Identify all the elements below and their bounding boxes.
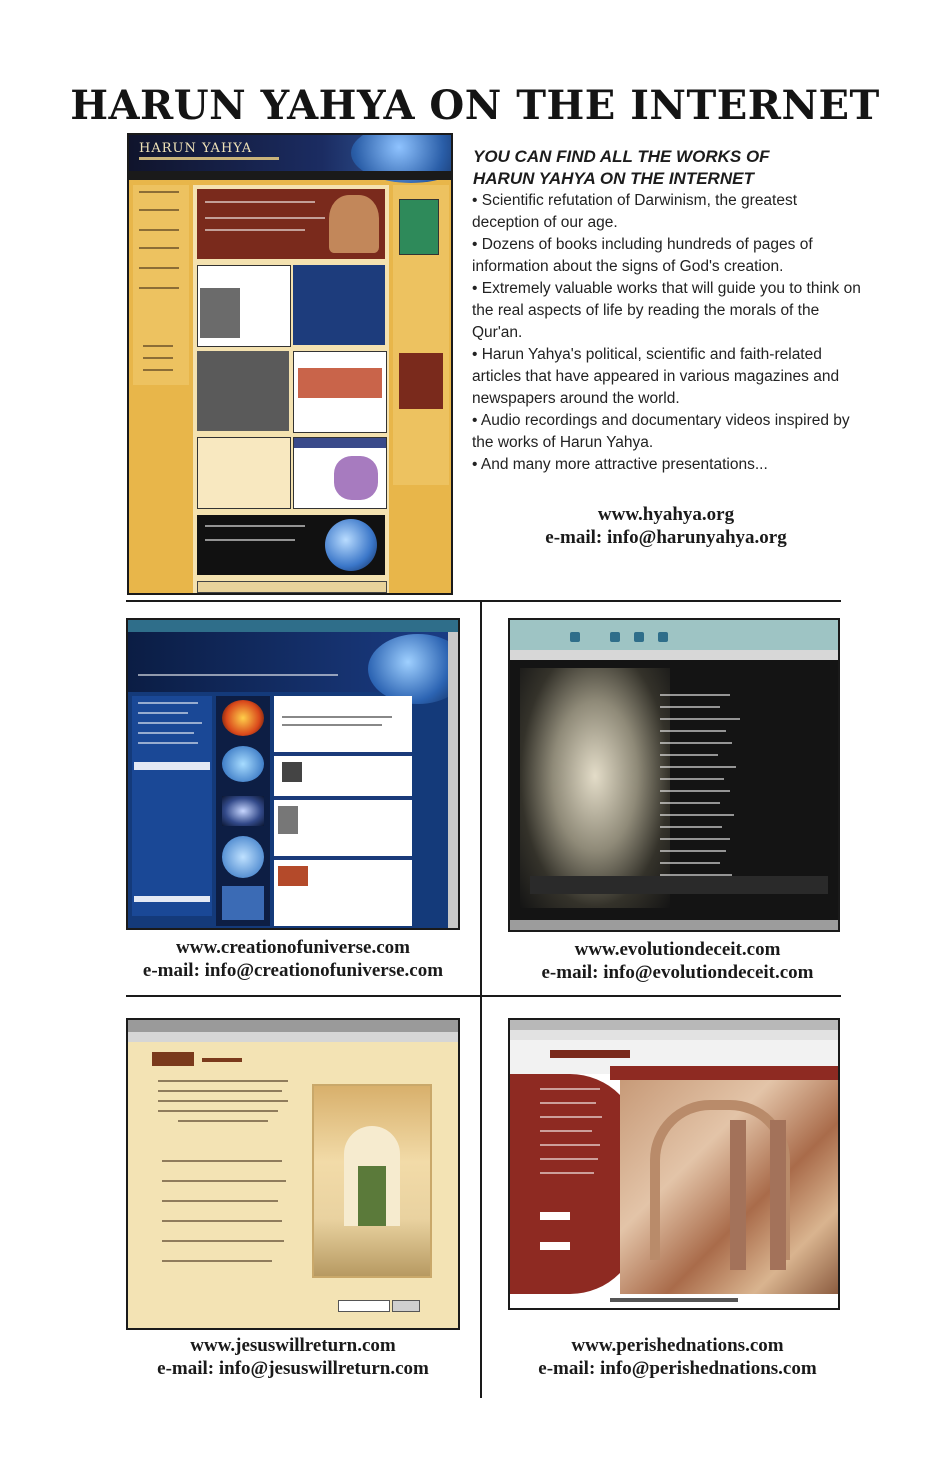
divider-vertical bbox=[480, 600, 482, 1398]
feature-item: • And many more attractive presentations… bbox=[472, 456, 768, 473]
creation-box[interactable] bbox=[197, 265, 291, 347]
hyahya-url[interactable]: www.hyahya.org bbox=[480, 503, 852, 526]
search-button[interactable] bbox=[392, 1300, 420, 1312]
footer-caption bbox=[610, 1298, 738, 1302]
creation-url[interactable]: www.creationofuniverse.com bbox=[126, 936, 460, 959]
feature-item: • Dozens of books including hundreds of … bbox=[472, 236, 813, 275]
evolution-email[interactable]: e-mail: info@evolutiondeceit.com bbox=[500, 961, 855, 984]
ruins-image bbox=[620, 1080, 838, 1294]
universe-box[interactable] bbox=[293, 265, 385, 345]
feature-item: • Harun Yahya's political, scientific an… bbox=[472, 346, 840, 407]
evolution-url[interactable]: www.evolutiondeceit.com bbox=[500, 938, 855, 961]
browser-toolbar bbox=[510, 1020, 838, 1030]
address-bar[interactable] bbox=[510, 1030, 838, 1040]
trinity-box[interactable] bbox=[293, 351, 387, 433]
content-column bbox=[274, 696, 412, 926]
right-column bbox=[393, 185, 449, 485]
creation-contact: www.creationofuniverse.com e-mail: info@… bbox=[126, 936, 460, 982]
hyahya-contact: www.hyahya.org e-mail: info@harunyahya.o… bbox=[480, 503, 852, 549]
divider-horizontal-middle bbox=[126, 995, 841, 997]
intro-heading-line2: HARUN YAHYA ON THE INTERNET bbox=[473, 169, 754, 188]
left-menu[interactable] bbox=[133, 185, 189, 385]
perished-screenshot bbox=[508, 1018, 840, 1310]
page-title: HARUN YAHYA ON THE INTERNET bbox=[70, 82, 880, 129]
browser-toolbar bbox=[128, 620, 458, 632]
chapter-list[interactable] bbox=[162, 1160, 292, 1280]
jesus-screenshot bbox=[126, 1018, 460, 1330]
banner-darwinism[interactable] bbox=[197, 189, 385, 259]
evolution-screenshot bbox=[508, 618, 840, 932]
site-logo: HARUN YAHYA bbox=[139, 141, 253, 156]
jesus-email[interactable]: e-mail: info@jesuswillreturn.com bbox=[126, 1357, 460, 1380]
perished-contact: www.perishednations.com e-mail: info@per… bbox=[500, 1334, 855, 1380]
skull-image bbox=[520, 668, 670, 908]
perished-box[interactable] bbox=[197, 351, 289, 431]
image-column bbox=[216, 696, 270, 926]
creation-screenshot bbox=[126, 618, 460, 930]
status-bar bbox=[510, 920, 838, 930]
faith-box[interactable] bbox=[293, 437, 387, 509]
site-nav[interactable] bbox=[129, 171, 451, 180]
top-nav[interactable] bbox=[610, 1066, 838, 1080]
site-heading bbox=[152, 1050, 292, 1068]
evolution-contact: www.evolutiondeceit.com e-mail: info@evo… bbox=[500, 938, 855, 984]
footer-bar bbox=[530, 876, 828, 894]
jesus-box[interactable] bbox=[197, 437, 291, 509]
site-header: HARUN YAHYA bbox=[129, 135, 451, 183]
feature-item: • Scientific refutation of Darwinism, th… bbox=[472, 192, 798, 231]
intro-heading: YOU CAN FIND ALL THE WORKS OF HARUN YAHY… bbox=[473, 146, 873, 190]
jesus-contact: www.jesuswillreturn.com e-mail: info@jes… bbox=[126, 1334, 460, 1380]
worldwide-box[interactable] bbox=[197, 515, 385, 575]
main-column bbox=[193, 185, 389, 593]
feature-list: • Scientific refutation of Darwinism, th… bbox=[472, 190, 867, 476]
feature-item: • Audio recordings and documentary video… bbox=[472, 412, 850, 451]
cloister-image bbox=[312, 1084, 432, 1278]
intro-paragraph bbox=[158, 1080, 298, 1140]
scrollbar[interactable] bbox=[448, 632, 458, 928]
hyahya-email[interactable]: e-mail: info@harunyahya.org bbox=[480, 526, 852, 549]
article-list[interactable] bbox=[660, 694, 760, 894]
browser-toolbar bbox=[128, 1020, 458, 1032]
perished-url[interactable]: www.perishednations.com bbox=[500, 1334, 855, 1357]
site-banner bbox=[128, 632, 458, 704]
address-bar[interactable] bbox=[510, 650, 838, 660]
browser-toolbar bbox=[510, 620, 838, 650]
divider-horizontal-top bbox=[126, 600, 841, 602]
feature-item: • Extremely valuable works that will gui… bbox=[472, 280, 861, 341]
search-box[interactable] bbox=[338, 1300, 390, 1312]
perished-email[interactable]: e-mail: info@perishednations.com bbox=[500, 1357, 855, 1380]
hyahya-screenshot: HARUN YAHYA bbox=[127, 133, 453, 595]
intro-heading-line1: YOU CAN FIND ALL THE WORKS OF bbox=[473, 147, 770, 166]
left-nav[interactable] bbox=[132, 696, 212, 916]
footer-links[interactable] bbox=[197, 581, 387, 593]
address-bar[interactable] bbox=[128, 1032, 458, 1042]
creation-email[interactable]: e-mail: info@creationofuniverse.com bbox=[126, 959, 460, 982]
jesus-url[interactable]: www.jesuswillreturn.com bbox=[126, 1334, 460, 1357]
